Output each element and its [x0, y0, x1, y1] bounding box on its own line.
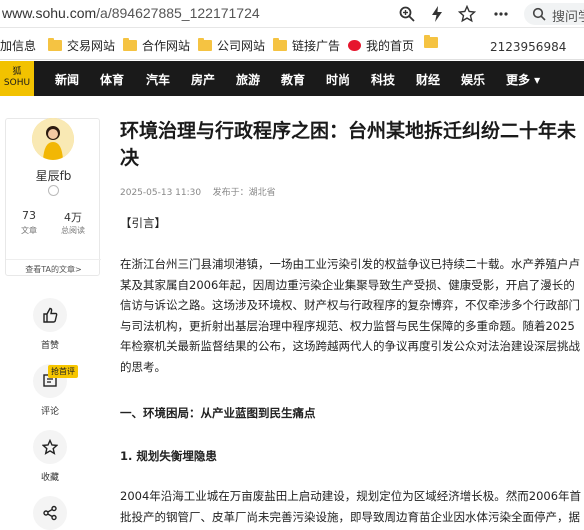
search-icon — [532, 7, 546, 21]
search-input[interactable]: 搜问学 — [524, 3, 584, 25]
zoom-icon[interactable] — [398, 5, 416, 23]
article-title: 环境治理与行政程序之困：台州某地拆迁纠纷二十年未决 — [120, 120, 577, 169]
channel-nav: 狐 SOHU 新闻 体育 汽车 房产 旅游 教育 时尚 科技 财经 娱乐 更多 … — [0, 61, 584, 96]
articles-label: 文章 — [21, 226, 37, 235]
section-heading: 一、环境困局：从产业蓝图到民生痛点 — [120, 406, 316, 420]
bookmark-item[interactable]: 公司网站 — [198, 37, 265, 54]
paragraph: 2004年沿海工业城在万亩废盐田上启动建设，规划定位为区域经济增长极。然而200… — [120, 489, 582, 524]
nav-item-fashion[interactable]: 时尚 — [326, 71, 350, 88]
bookmark-item[interactable] — [424, 35, 443, 48]
folder-icon — [198, 38, 212, 51]
nav-item-tech[interactable]: 科技 — [371, 71, 395, 88]
bookmark-item[interactable]: 链接广告 — [273, 37, 340, 54]
subsection-heading: 1. 规划失衡埋隐患 — [120, 449, 217, 463]
bookmark-item[interactable]: 交易网站 — [48, 37, 115, 54]
avatar[interactable] — [32, 118, 74, 160]
folder-icon — [123, 38, 137, 51]
reads-label: 总阅读 — [61, 226, 85, 235]
nav-item-auto[interactable]: 汽车 — [146, 71, 170, 88]
intro-label: 【引言】 — [120, 216, 166, 230]
collect-label: 收藏 — [40, 473, 59, 483]
articles-count: 73 — [22, 209, 36, 222]
bookmarks-bar: 加信息 交易网站 合作网站 公司网站 链接广告 我的首页 2123956984 — [0, 28, 584, 60]
author-articles-link[interactable]: 查看TA的文章> — [6, 259, 101, 275]
lightning-icon[interactable] — [428, 5, 446, 23]
nav-item-ent[interactable]: 娱乐 — [461, 71, 485, 88]
nav-item-finance[interactable]: 财经 — [416, 71, 440, 88]
search-placeholder: 搜问学 — [552, 10, 584, 25]
comment-label: 评论 — [40, 407, 59, 417]
star-outline-icon — [42, 439, 58, 455]
like-button[interactable]: 首赞 — [32, 298, 68, 351]
bookmark-item[interactable]: 合作网站 — [123, 37, 190, 54]
article-meta: 2025-05-13 11:30 发布于：湖北省 — [120, 185, 276, 198]
verify-badge-icon — [48, 185, 59, 196]
first-comment-badge: 抢首评 — [48, 365, 78, 378]
author-name[interactable]: 星辰fb — [6, 167, 101, 184]
paragraph: 在浙江台州三门县浦坝港镇，一场由工业污染引发的权益争议已持续二十载。水产养殖户卢… — [120, 257, 580, 374]
like-label: 首赞 — [40, 341, 59, 351]
share-button[interactable] — [32, 496, 68, 530]
publish-date: 2025-05-13 11:30 — [120, 188, 202, 198]
address-bar[interactable]: www.sohu.com/a/894627885_122171724 搜问学 — [0, 0, 584, 28]
url-text[interactable]: www.sohu.com/a/894627885_122171724 — [2, 5, 260, 21]
star-icon[interactable] — [458, 5, 476, 23]
nav-item-sports[interactable]: 体育 — [100, 71, 124, 88]
nav-item-more[interactable]: 更多 ▾ — [506, 71, 540, 88]
folder-icon — [273, 38, 287, 51]
bookmark-item[interactable]: 我的首页 — [348, 37, 414, 54]
nav-item-education[interactable]: 教育 — [281, 71, 305, 88]
avatar-image — [32, 118, 74, 160]
nav-item-news[interactable]: 新闻 — [55, 71, 79, 88]
nav-item-travel[interactable]: 旅游 — [236, 71, 260, 88]
nav-item-house[interactable]: 房产 — [191, 71, 215, 88]
publish-location: 发布于：湖北省 — [212, 188, 276, 198]
bookmark-item[interactable]: 加信息 — [0, 37, 36, 54]
folder-icon — [424, 35, 438, 48]
share-icon — [43, 505, 57, 521]
collect-button[interactable]: 收藏 — [32, 430, 68, 483]
thumbs-up-icon — [43, 307, 58, 323]
sohu-logo[interactable]: 狐 SOHU — [0, 61, 34, 96]
reads-count: 4万 — [64, 211, 82, 224]
folder-icon — [48, 38, 62, 51]
bookmark-number: 2123956984 — [490, 40, 567, 54]
author-card: 星辰fb 73 文章 4万 总阅读 查看TA的文章> — [5, 118, 101, 276]
menu-dots-icon[interactable] — [492, 5, 510, 23]
weibo-icon — [348, 40, 361, 51]
